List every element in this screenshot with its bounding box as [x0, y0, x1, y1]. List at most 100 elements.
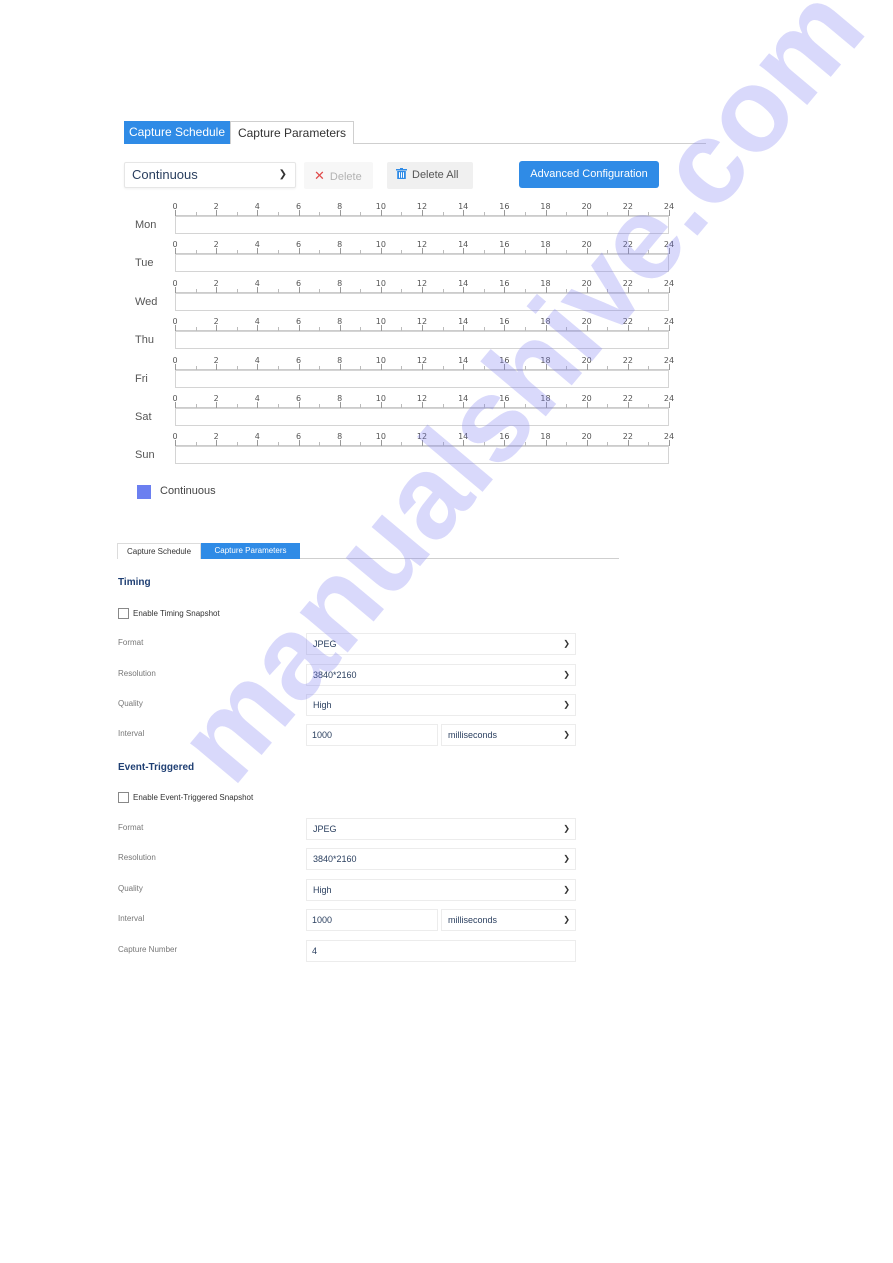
hour-tick-label: 16	[499, 240, 510, 250]
day-label: Fri	[135, 372, 148, 385]
hour-tick-label: 18	[540, 394, 551, 403]
day-label: Wed	[135, 295, 158, 308]
hour-tick-label: 20	[581, 355, 592, 365]
hour-tick-label: 24	[663, 240, 675, 250]
schedule-mode-select[interactable]: Continuous ❯	[124, 162, 296, 188]
hour-tick-label: 10	[375, 394, 386, 403]
chevron-down-icon: ❯	[563, 854, 570, 863]
format-label: Format	[118, 638, 144, 647]
hour-tick-label: 18	[540, 240, 551, 250]
schedule-bar-tue[interactable]	[175, 254, 669, 273]
capture-number-input[interactable]: 4	[306, 940, 576, 962]
timing-quality-row: Quality High ❯	[118, 694, 578, 716]
day-row-sat: Sat 0 2 4 6 8 10 12 14 16 18 20 22 24	[130, 392, 675, 430]
schedule-bar-wed[interactable]	[175, 292, 669, 311]
hour-tick-label: 20	[581, 278, 592, 288]
hour-tick-label: 2	[213, 394, 219, 403]
event-interval-unit-select[interactable]: milliseconds ❯	[441, 909, 576, 931]
event-section-title: Event-Triggered	[118, 762, 195, 773]
event-quality-value: High	[313, 885, 332, 895]
enable-event-snapshot-checkbox[interactable]	[118, 792, 129, 803]
hour-tick-label: 2	[213, 202, 219, 211]
hour-tick-label: 16	[499, 432, 510, 442]
hour-tick-label: 14	[458, 432, 469, 442]
hour-tick-label: 22	[622, 202, 633, 211]
enable-timing-snapshot-checkbox[interactable]	[118, 608, 129, 619]
close-icon: ✕	[314, 168, 325, 183]
hour-tick-label: 4	[254, 240, 260, 250]
resolution-label: Resolution	[118, 853, 156, 862]
schedule-toolbar: Continuous ❯ ✕ Delete Delete All Advanced…	[124, 160, 664, 190]
timing-format-select[interactable]: JPEG ❯	[306, 633, 576, 655]
hour-tick-label: 2	[213, 240, 219, 250]
tab-capture-schedule[interactable]: Capture Schedule	[124, 121, 230, 144]
day-row-tue: Tue 0 2 4 6 8 10 12 14 16 18 20 22 24	[130, 238, 675, 276]
timing-resolution-select[interactable]: 3840*2160 ❯	[306, 664, 576, 686]
hour-tick-label: 18	[540, 202, 551, 211]
delete-button[interactable]: ✕ Delete	[304, 162, 373, 189]
hour-tick-label: 22	[622, 278, 633, 288]
enable-event-snapshot-label: Enable Event-Triggered Snapshot	[133, 793, 254, 802]
hour-tick-label: 16	[499, 394, 510, 403]
event-format-select[interactable]: JPEG ❯	[306, 818, 576, 840]
timing-interval-row: Interval 1000 milliseconds ❯	[118, 724, 578, 746]
tab-capture-parameters[interactable]: Capture Parameters	[230, 121, 354, 144]
schedule-bar-mon[interactable]	[175, 216, 669, 234]
schedule-bar-sun[interactable]	[175, 446, 669, 465]
chevron-down-icon: ❯	[563, 824, 570, 833]
event-quality-row: Quality High ❯	[118, 879, 578, 901]
tab-capture-parameters-2[interactable]: Capture Parameters	[201, 543, 300, 559]
hour-tick-label: 24	[663, 394, 675, 403]
timing-format-row: Format JPEG ❯	[118, 633, 578, 655]
legend-label: Continuous	[160, 485, 216, 497]
chevron-down-icon: ❯	[563, 730, 570, 739]
chevron-down-icon: ❯	[563, 885, 570, 894]
timing-quality-select[interactable]: High ❯	[306, 694, 576, 716]
time-ruler: 0 2 4 6 8 10 12 14 16 18 20 22 24	[172, 277, 674, 313]
hour-tick-label: 18	[540, 432, 551, 442]
hour-tick-label: 12	[416, 317, 428, 327]
params-tab-bar: Capture Schedule Capture Parameters	[117, 543, 619, 559]
schedule-bar-sat[interactable]	[175, 408, 669, 426]
day-label: Sat	[135, 411, 152, 423]
advanced-configuration-button[interactable]: Advanced Configuration	[519, 161, 659, 188]
hour-tick-label: 20	[581, 317, 592, 327]
event-interval-input[interactable]: 1000	[306, 909, 438, 931]
schedule-bar-fri[interactable]	[175, 369, 669, 388]
hour-tick-label: 24	[663, 317, 675, 327]
hour-tick-label: 8	[337, 394, 343, 403]
hour-tick-label: 14	[458, 240, 469, 250]
event-interval-row: Interval 1000 milliseconds ❯	[118, 909, 578, 931]
schedule-bar-thu[interactable]	[175, 331, 669, 350]
hour-tick-label: 22	[622, 240, 633, 250]
delete-all-button[interactable]: Delete All	[387, 162, 473, 189]
hour-tick-label: 0	[172, 394, 178, 403]
hour-tick-label: 6	[295, 394, 302, 403]
hour-tick-label: 10	[375, 432, 386, 442]
hour-tick-label: 12	[416, 202, 428, 211]
day-row-mon: Mon 0 2 4 6 8 10 12 14 16 18 20 22 24	[130, 200, 675, 238]
tab-capture-schedule-2[interactable]: Capture Schedule	[117, 543, 201, 559]
hour-tick-label: 12	[416, 394, 428, 403]
quality-label: Quality	[118, 699, 143, 708]
hour-tick-label: 22	[622, 394, 633, 403]
delete-label: Delete	[329, 171, 362, 183]
quality-label: Quality	[118, 884, 143, 893]
hour-tick-label: 16	[499, 278, 510, 288]
hour-tick-label: 4	[254, 394, 260, 403]
event-interval-unit-value: milliseconds	[448, 915, 498, 925]
hour-tick-label: 4	[254, 278, 260, 288]
timing-interval-unit-select[interactable]: milliseconds ❯	[441, 724, 576, 746]
chevron-down-icon: ❯	[563, 700, 570, 709]
time-ruler: 0 2 4 6 8 10 12 14 16 18 20 22 24	[172, 238, 674, 274]
day-label: Thu	[135, 334, 154, 347]
hour-tick-label: 4	[254, 317, 260, 327]
timing-interval-input[interactable]: 1000	[306, 724, 438, 746]
interval-label: Interval	[118, 729, 145, 738]
timing-interval-unit-value: milliseconds	[448, 730, 498, 740]
hour-tick-label: 0	[172, 355, 178, 365]
event-quality-select[interactable]: High ❯	[306, 879, 576, 901]
event-resolution-select[interactable]: 3840*2160 ❯	[306, 848, 576, 870]
chevron-down-icon: ❯	[563, 670, 570, 679]
hour-tick-label: 22	[622, 317, 633, 327]
